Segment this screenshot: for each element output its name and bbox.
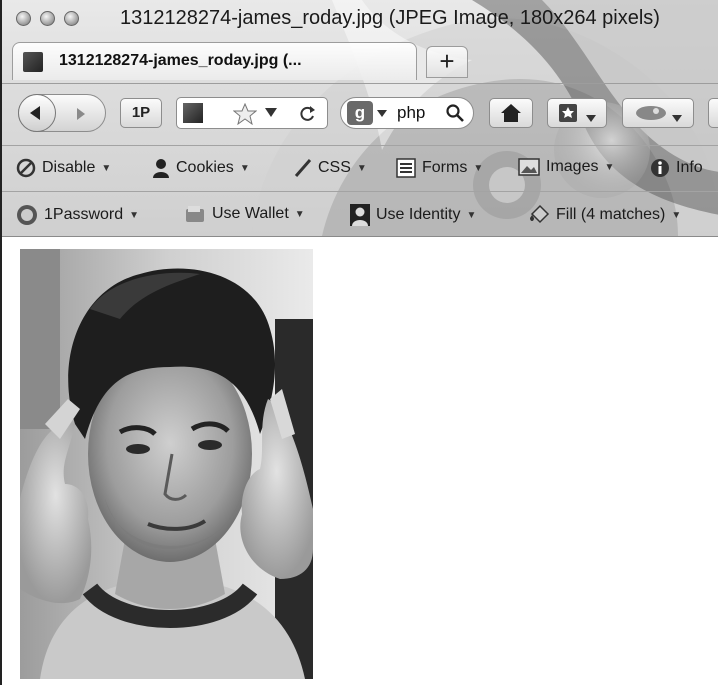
addon-icon xyxy=(635,106,666,120)
url-dropdown-icon[interactable] xyxy=(265,108,277,118)
fill-icon xyxy=(530,204,550,224)
info-menu[interactable]: Info xyxy=(650,158,703,178)
forms-label: Forms xyxy=(422,159,468,177)
forward-button[interactable] xyxy=(71,104,91,124)
images-icon xyxy=(518,158,540,176)
search-engine-dropdown-icon[interactable] xyxy=(377,110,387,118)
new-tab-button[interactable]: + xyxy=(426,46,468,78)
images-menu[interactable]: Images ▼ xyxy=(518,158,614,176)
overflow-button[interactable] xyxy=(708,98,718,128)
home-icon xyxy=(501,104,521,122)
chevron-down-icon: ▼ xyxy=(604,161,615,173)
images-label: Images xyxy=(546,158,599,176)
css-menu[interactable]: CSS ▼ xyxy=(294,158,367,178)
bookmarks-menu-button[interactable] xyxy=(547,98,607,128)
use-identity-label: Use Identity xyxy=(376,206,461,224)
onepassword-label: 1Password xyxy=(44,206,124,224)
cookies-menu[interactable]: Cookies ▼ xyxy=(152,158,250,178)
close-window-icon[interactable] xyxy=(16,11,31,26)
css-pencil-icon xyxy=(294,159,312,177)
bookmarks-icon xyxy=(558,104,577,122)
onepassword-icon xyxy=(17,205,37,225)
disable-icon xyxy=(16,158,36,178)
browser-chrome: 1312128274-james_roday.jpg (JPEG Image, … xyxy=(2,0,718,237)
web-developer-toolbar: Disable ▼ Cookies ▼ CSS ▼ Forms ▼ Images… xyxy=(2,145,718,190)
css-label: CSS xyxy=(318,159,351,177)
title-bar: 1312128274-james_roday.jpg (JPEG Image, … xyxy=(2,0,718,38)
url-bar[interactable] xyxy=(176,97,328,129)
chevron-down-icon: ▼ xyxy=(101,162,112,174)
back-button[interactable] xyxy=(18,94,56,132)
bookmarks-dropdown-icon xyxy=(586,115,597,122)
chevron-down-icon: ▼ xyxy=(129,209,140,221)
tab-james-roday-image[interactable]: 1312128274-james_roday.jpg (... xyxy=(12,42,417,80)
browser-window: 1312128274-james_roday.jpg (JPEG Image, … xyxy=(0,0,718,685)
page-content xyxy=(4,237,718,685)
minimize-window-icon[interactable] xyxy=(40,11,55,26)
fill-label: Fill (4 matches) xyxy=(556,206,666,224)
search-input[interactable]: php xyxy=(397,103,425,123)
forms-menu[interactable]: Forms ▼ xyxy=(396,158,483,178)
fill-menu[interactable]: Fill (4 matches) ▼ xyxy=(528,204,681,226)
onepassword-button[interactable]: 1P xyxy=(120,98,162,128)
addon-dropdown-icon xyxy=(672,115,683,122)
back-forward-group xyxy=(18,94,106,132)
info-icon xyxy=(651,159,669,177)
use-wallet-label: Use Wallet xyxy=(212,205,289,223)
search-icon[interactable] xyxy=(445,103,465,123)
google-icon[interactable]: g xyxy=(347,101,373,125)
wallet-icon xyxy=(186,206,204,222)
home-button[interactable] xyxy=(489,98,533,128)
cookies-label: Cookies xyxy=(176,159,234,177)
tab-strip: 1312128274-james_roday.jpg (... + xyxy=(2,40,718,82)
onepassword-toolbar: 1Password ▼ Use Wallet ▼ Use Identity ▼ xyxy=(2,191,718,236)
navigation-toolbar: 1P g php xyxy=(2,83,718,144)
forms-icon xyxy=(396,158,416,178)
disable-label: Disable xyxy=(42,159,96,177)
identity-icon xyxy=(350,204,370,226)
use-wallet-menu[interactable]: Use Wallet ▼ xyxy=(184,204,305,224)
window-title: 1312128274-james_roday.jpg (JPEG Image, … xyxy=(120,7,660,29)
chevron-down-icon: ▼ xyxy=(671,209,682,221)
chevron-down-icon: ▼ xyxy=(473,162,484,174)
use-identity-menu[interactable]: Use Identity ▼ xyxy=(350,204,476,226)
photo-favicon-icon xyxy=(23,52,43,72)
portrait-photo[interactable] xyxy=(20,249,313,679)
chevron-down-icon: ▼ xyxy=(239,162,250,174)
bookmark-star-icon[interactable] xyxy=(233,103,257,125)
tab-label: 1312128274-james_roday.jpg (... xyxy=(59,52,302,69)
back-arrow-icon xyxy=(30,106,40,120)
chevron-down-icon: ▼ xyxy=(356,162,367,174)
addon-button[interactable] xyxy=(622,98,694,128)
info-label: Info xyxy=(676,159,703,177)
chevron-down-icon: ▼ xyxy=(294,208,305,220)
site-identity-icon xyxy=(183,103,203,123)
chevron-down-icon: ▼ xyxy=(466,209,477,221)
zoom-window-icon[interactable] xyxy=(64,11,79,26)
disable-menu[interactable]: Disable ▼ xyxy=(16,158,111,178)
reload-icon[interactable] xyxy=(297,104,317,124)
search-bar[interactable]: g php xyxy=(340,97,474,129)
onepassword-menu[interactable]: 1Password ▼ xyxy=(16,204,139,226)
cookies-icon xyxy=(153,159,169,178)
